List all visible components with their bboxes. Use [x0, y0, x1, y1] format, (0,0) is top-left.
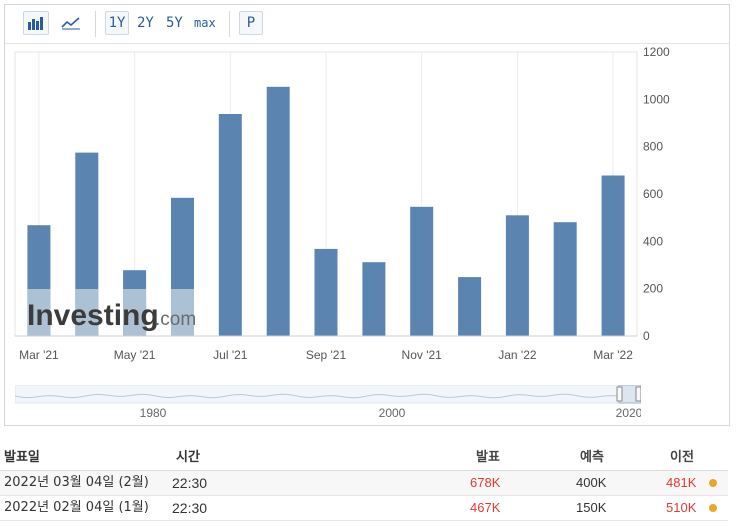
header-time: 시간: [176, 450, 200, 465]
navigator-year-label: 1980: [140, 406, 167, 420]
header-previous: 이전: [670, 450, 694, 465]
row-forecast: 150K: [576, 500, 607, 515]
alert-dot-icon[interactable]: [709, 479, 717, 487]
row-actual: 678K: [470, 475, 501, 490]
bar: [410, 206, 434, 336]
chart-widget: 1Y 2Y 5Y max P Investing .com 0 200 400 600 80…: [4, 4, 730, 426]
x-tick-label: Sep '21: [306, 348, 347, 362]
x-tick-label: Jul '21: [213, 348, 248, 362]
y-tick-label: 0: [643, 329, 650, 343]
bar: [553, 222, 577, 336]
x-tick-label: Mar '22: [593, 348, 633, 362]
bar: [266, 86, 290, 336]
y-tick-label: 800: [643, 140, 663, 154]
y-tick-label: 400: [643, 234, 663, 248]
x-tick-label: Jan '22: [498, 348, 537, 362]
table-header-row: 발표일 시간 발표 예측 이전: [0, 446, 728, 471]
bar: [505, 215, 529, 336]
bar: [458, 277, 482, 336]
y-tick-label: 1000: [643, 92, 670, 106]
header-date: 발표일: [4, 450, 40, 465]
row-date: 2022년 03월 04일 (2월): [4, 475, 149, 490]
alert-dot-icon[interactable]: [709, 504, 717, 512]
x-tick-label: May '21: [114, 348, 156, 362]
bar: [218, 114, 242, 336]
y-tick-label: 200: [643, 282, 663, 296]
table-row[interactable]: 2022년 03월 04일 (2월) 22:30 678K 400K 481K: [0, 471, 728, 496]
row-time: 22:30: [172, 475, 208, 491]
y-tick-label: 1200: [643, 45, 670, 59]
header-forecast: 예측: [580, 450, 604, 465]
watermark-suffix: .com: [155, 309, 196, 330]
row-previous: 481K: [666, 475, 697, 490]
bar-chart: Investing.com 0 200 400 600 800 1000 1200 Mar '2…: [14, 45, 670, 362]
row-actual: 467K: [470, 500, 501, 515]
row-time: 22:30: [172, 500, 208, 516]
navigator-handle-right: [635, 386, 641, 402]
navigator-handle-left: [616, 386, 623, 402]
watermark-brand: Investing: [27, 299, 159, 332]
table-row[interactable]: 2022년 02월 04일 (1월) 22:30 467K 150K 510K: [0, 496, 728, 521]
row-forecast: 400K: [576, 475, 607, 490]
bar: [601, 175, 625, 336]
y-tick-label: 600: [643, 187, 663, 201]
row-previous: 510K: [666, 500, 697, 515]
x-tick-label: Nov '21: [402, 348, 443, 362]
bar: [362, 262, 386, 336]
header-actual: 발표: [476, 450, 500, 465]
x-tick-label: Mar '21: [19, 348, 59, 362]
navigator-year-label: 2000: [379, 406, 406, 420]
time-navigator[interactable]: 1980 2000 2020: [15, 385, 641, 421]
bar: [314, 248, 338, 336]
navigator-track: [15, 385, 641, 404]
row-date: 2022년 02월 04일 (1월): [4, 500, 149, 515]
navigator-year-label: 2020: [616, 406, 641, 420]
economic-events-table: 발표일 시간 발표 예측 이전 2022년 03월 04일 (2월) 22:30…: [0, 446, 743, 521]
